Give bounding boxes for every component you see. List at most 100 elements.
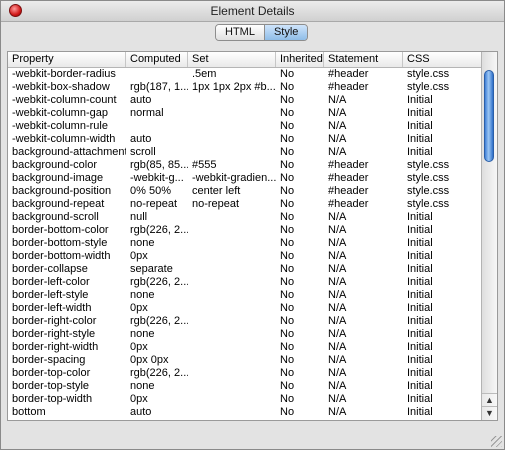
- cell-computed: separate: [130, 263, 173, 275]
- cell-property: border-right-color: [12, 315, 97, 327]
- resize-grip-icon[interactable]: [491, 436, 502, 447]
- cell-computed: 0px: [130, 341, 148, 353]
- table-row[interactable]: border-top-style none No N/A Initial: [8, 380, 483, 393]
- cell-computed: -webkit-g...: [130, 172, 184, 184]
- cell-inherited: No: [280, 250, 295, 262]
- cell-statement: N/A: [328, 406, 347, 418]
- table-row[interactable]: border-bottom-width 0px No N/A Initial: [8, 250, 483, 263]
- scrollbar-thumb[interactable]: [484, 70, 494, 162]
- cell-inherited: No: [280, 94, 295, 106]
- cell-property: border-top-width: [12, 393, 93, 405]
- vertical-scrollbar[interactable]: ▲ ▼: [481, 52, 497, 420]
- cell-inherited: No: [280, 341, 295, 353]
- table-row[interactable]: -webkit-column-gap normal No N/A Initial: [8, 107, 483, 120]
- column-header-set[interactable]: Set: [188, 52, 276, 67]
- cell-inherited: No: [280, 328, 295, 340]
- table-row[interactable]: border-right-width 0px No N/A Initial: [8, 341, 483, 354]
- cell-statement: N/A: [328, 367, 347, 379]
- cell-inherited: No: [280, 185, 295, 197]
- cell-property: border-bottom-color: [12, 224, 109, 236]
- cell-inherited: No: [280, 406, 295, 418]
- table-row[interactable]: border-left-width 0px No N/A Initial: [8, 302, 483, 315]
- table-row[interactable]: background-image -webkit-g... -webkit-grad…: [8, 172, 483, 185]
- cell-computed: 0% 50%: [130, 185, 171, 197]
- column-header-statement[interactable]: Statement: [324, 52, 403, 67]
- table-row[interactable]: background-attachment scroll No N/A Initial: [8, 146, 483, 159]
- cell-statement: N/A: [328, 224, 347, 236]
- table-row[interactable]: border-left-style none No N/A Initial: [8, 289, 483, 302]
- scroll-up-button[interactable]: ▲: [482, 393, 497, 407]
- cell-computed: none: [130, 380, 155, 392]
- table-row[interactable]: background-position 0% 50% center left No #h…: [8, 185, 483, 198]
- table-row[interactable]: -webkit-box-shadow rgb(187, 1... 1px 1px 2…: [8, 81, 483, 94]
- cell-computed: normal: [130, 107, 164, 119]
- cell-inherited: No: [280, 81, 295, 93]
- table-row[interactable]: border-spacing 0px 0px No N/A Initial: [8, 354, 483, 367]
- table-row[interactable]: border-left-color rgb(226, 2... No N/A Initi…: [8, 276, 483, 289]
- cell-set: -webkit-gradien...: [192, 172, 276, 184]
- cell-css: Initial: [407, 393, 433, 405]
- cell-css: Initial: [407, 237, 433, 249]
- cell-css: Initial: [407, 406, 433, 418]
- table-row[interactable]: -webkit-column-width auto No N/A Initial: [8, 133, 483, 146]
- view-tab-switcher: HTML Style: [215, 24, 309, 41]
- cell-statement: N/A: [328, 120, 347, 132]
- cell-computed: 0px: [130, 393, 148, 405]
- table-row[interactable]: border-top-color rgb(226, 2... No N/A Initia…: [8, 367, 483, 380]
- cell-css: Initial: [407, 328, 433, 340]
- title-bar[interactable]: Element Details: [1, 1, 504, 22]
- table-row[interactable]: -webkit-border-radius .5em No #header style.…: [8, 68, 483, 81]
- table-row[interactable]: background-color rgb(85, 85... #555 No #head…: [8, 159, 483, 172]
- cell-inherited: No: [280, 159, 295, 171]
- cell-css: Initial: [407, 211, 433, 223]
- cell-statement: #header: [328, 81, 369, 93]
- table-row[interactable]: background-scroll null No N/A Initial: [8, 211, 483, 224]
- cell-property: border-left-width: [12, 302, 92, 314]
- cell-inherited: No: [280, 302, 295, 314]
- cell-computed: null: [130, 211, 148, 223]
- cell-computed: rgb(226, 2...: [130, 367, 188, 379]
- cell-property: border-left-style: [12, 289, 89, 301]
- cell-property: -webkit-column-width: [12, 133, 116, 145]
- cell-computed: no-repeat: [130, 198, 178, 210]
- cell-computed: none: [130, 289, 155, 301]
- table-row[interactable]: border-bottom-style none No N/A Initial: [8, 237, 483, 250]
- cell-computed: scroll: [130, 146, 156, 158]
- cell-set: center left: [192, 185, 241, 197]
- cell-css: Initial: [407, 263, 433, 275]
- cell-property: -webkit-box-shadow: [12, 81, 110, 93]
- cell-property: border-bottom-width: [12, 250, 111, 262]
- cell-css: style.css: [407, 159, 450, 171]
- table-row[interactable]: border-top-width 0px No N/A Initial: [8, 393, 483, 406]
- tab-style[interactable]: Style: [263, 25, 308, 40]
- table-row[interactable]: bottom auto No N/A Initial: [8, 406, 483, 419]
- cell-property: background-color: [12, 159, 97, 171]
- table-row[interactable]: -webkit-column-count auto No N/A Initial: [8, 94, 483, 107]
- cell-statement: #header: [328, 68, 369, 80]
- cell-css: Initial: [407, 380, 433, 392]
- column-header-inherited[interactable]: Inherited: [276, 52, 324, 67]
- cell-property: background-repeat: [12, 198, 105, 210]
- cell-statement: N/A: [328, 276, 347, 288]
- column-header-css[interactable]: CSS: [403, 52, 483, 67]
- column-header-computed[interactable]: Computed: [126, 52, 188, 67]
- cell-statement: N/A: [328, 393, 347, 405]
- tab-html[interactable]: HTML: [216, 25, 264, 40]
- cell-inherited: No: [280, 289, 295, 301]
- cell-set: 1px 1px 2px #b...: [192, 81, 276, 93]
- cell-computed: rgb(226, 2...: [130, 276, 188, 288]
- cell-set: #555: [192, 159, 217, 171]
- cell-computed: auto: [130, 133, 152, 145]
- cell-statement: N/A: [328, 107, 347, 119]
- column-header-property[interactable]: Property: [8, 52, 126, 67]
- cell-css: style.css: [407, 172, 450, 184]
- table-row[interactable]: border-collapse separate No N/A Initial: [8, 263, 483, 276]
- table-row[interactable]: background-repeat no-repeat no-repeat No #he…: [8, 198, 483, 211]
- table-row[interactable]: border-right-color rgb(226, 2... No N/A Init…: [8, 315, 483, 328]
- cell-property: border-top-style: [12, 380, 90, 392]
- table-row[interactable]: border-right-style none No N/A Initial: [8, 328, 483, 341]
- scroll-down-button[interactable]: ▼: [482, 406, 497, 420]
- cell-inherited: No: [280, 315, 295, 327]
- table-row[interactable]: -webkit-column-rule No N/A Initial: [8, 120, 483, 133]
- table-row[interactable]: border-bottom-color rgb(226, 2... No N/A Ini…: [8, 224, 483, 237]
